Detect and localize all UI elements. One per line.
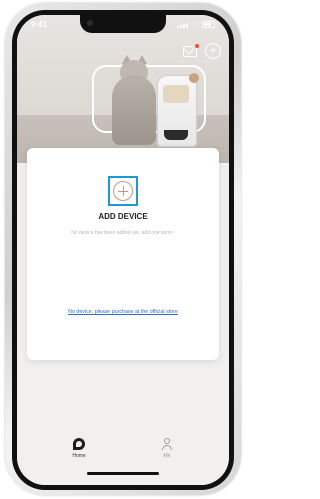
person-icon <box>161 438 173 450</box>
camera-icon <box>87 20 93 26</box>
pet-feeder-window <box>163 85 189 103</box>
add-icon[interactable]: + <box>205 43 221 59</box>
battery-icon <box>202 20 215 28</box>
empty-state-message: No device has been added yet, add one so… <box>71 230 175 236</box>
status-icons: ◠ <box>176 20 215 28</box>
app-screen: 9:41 ◠ + ADD DEVICE No device has been a… <box>17 15 229 485</box>
mail-icon[interactable] <box>183 43 199 57</box>
plus-circle-icon <box>113 181 133 201</box>
add-device-title[interactable]: ADD DEVICE <box>27 212 219 221</box>
pet-feeder-tray <box>164 130 188 140</box>
home-icon <box>73 438 85 450</box>
signal-icon <box>176 21 189 28</box>
banner-image <box>17 15 229 163</box>
tab-home[interactable]: Home <box>59 438 99 459</box>
add-device-card: ADD DEVICE No device has been added yet,… <box>27 148 219 360</box>
tab-home-label: Home <box>72 453 86 459</box>
wifi-icon: ◠ <box>191 21 200 28</box>
bottom-tab-bar: Home Me <box>17 430 229 485</box>
phone-notch <box>80 15 166 33</box>
tab-me-label: Me <box>163 453 171 459</box>
status-time: 9:41 <box>31 20 48 29</box>
official-store-link[interactable]: No device, please purchase at the offici… <box>27 309 219 315</box>
header-actions: + <box>183 43 221 59</box>
add-device-button[interactable] <box>108 176 138 206</box>
cat-body <box>112 75 156 145</box>
notification-dot <box>195 43 199 48</box>
home-indicator <box>87 472 159 475</box>
tab-me[interactable]: Me <box>147 438 187 459</box>
brand-badge-icon <box>189 73 199 83</box>
